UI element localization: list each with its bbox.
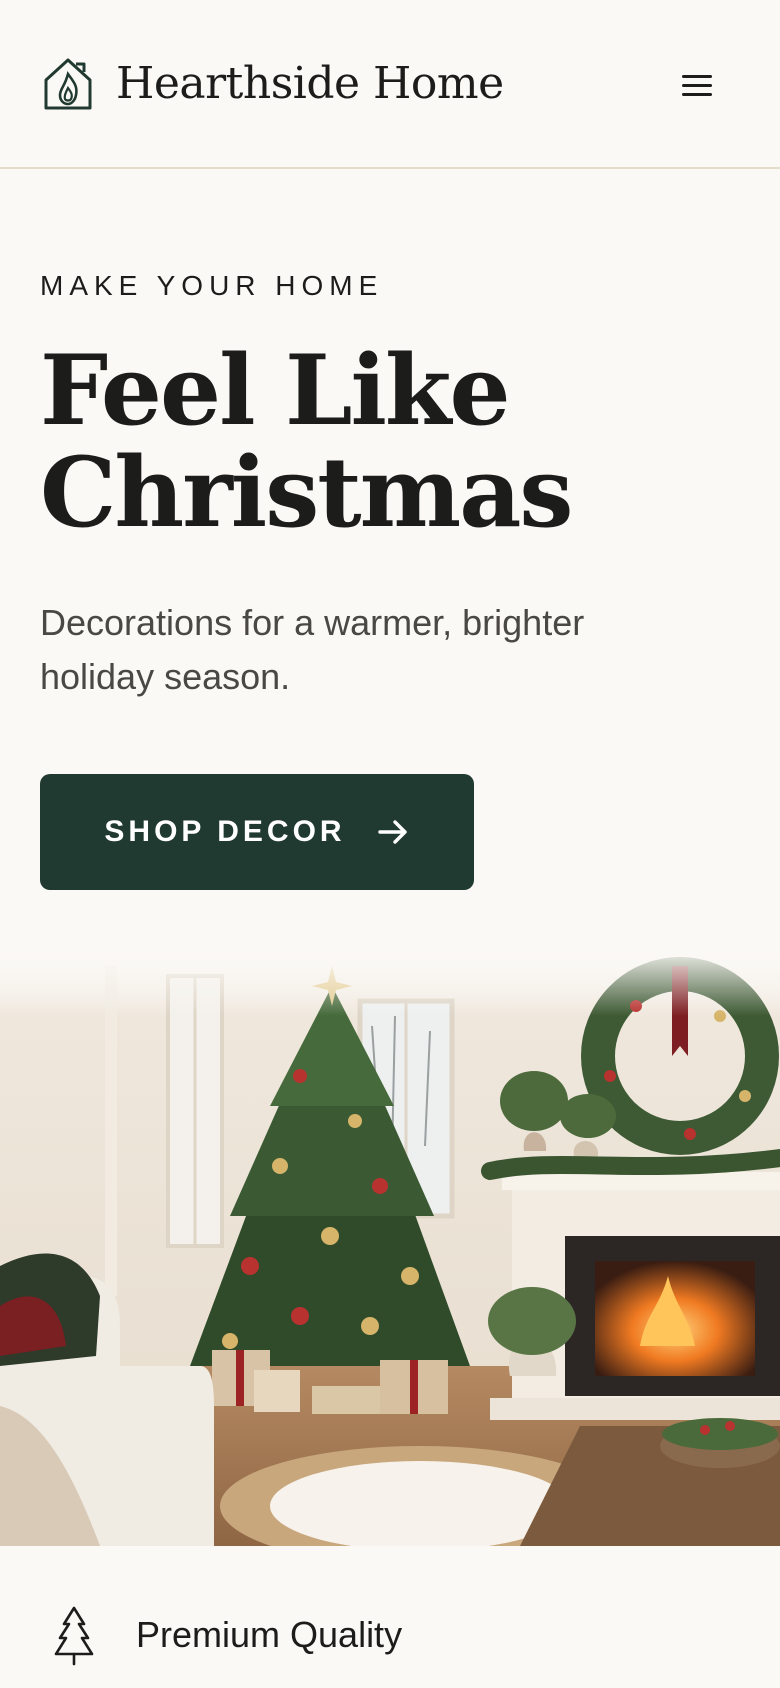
feature-premium-quality: Premium Quality: [136, 1614, 403, 1655]
arrow-right-icon: [377, 820, 407, 844]
hero-headline-line2: Christmas: [40, 436, 573, 549]
hero-subtitle: Decorations for a warmer, brighter holid…: [40, 602, 585, 697]
site-header: Hearthside Home: [0, 0, 780, 169]
hero-image: [0, 946, 780, 1546]
hero-headline-line1: Feel Like: [40, 334, 511, 447]
house-flame-icon[interactable]: [40, 56, 96, 112]
shop-decor-button[interactable]: SHOP DECOR: [40, 774, 474, 890]
brand-name[interactable]: Hearthside Home: [116, 58, 504, 109]
hero-eyebrow: MAKE YOUR HOME: [40, 270, 384, 301]
shop-decor-label: SHOP DECOR: [104, 815, 346, 848]
hero-headline: Feel Like Christmas: [40, 340, 740, 544]
hamburger-menu-icon[interactable]: [672, 64, 722, 106]
christmas-tree-icon: [54, 1606, 94, 1666]
